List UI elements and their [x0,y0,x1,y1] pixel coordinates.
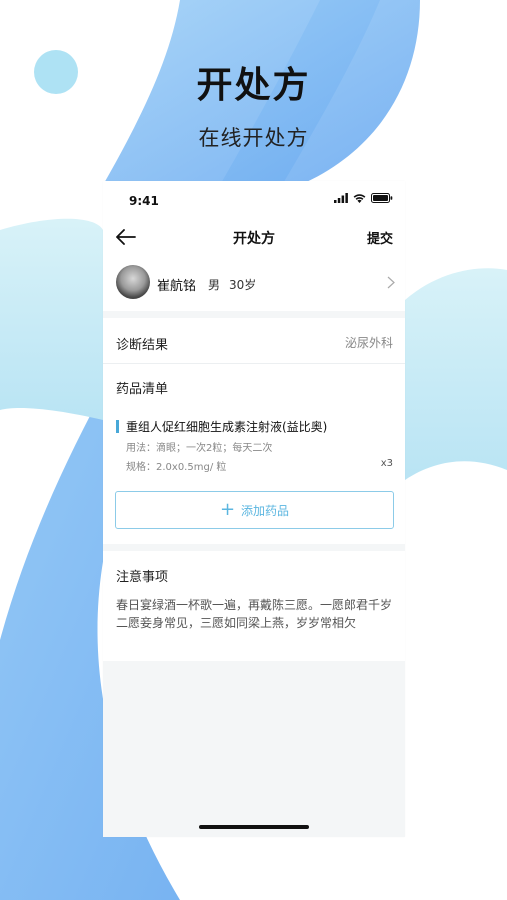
notes-text[interactable]: 春日宴绿酒一杯歌一遍，再戴陈三愿。一愿郎君千岁二愿妾身常见，三愿如同梁上燕，岁岁… [116,596,394,632]
hero-title: 开处方 [196,65,311,106]
plus-icon: + [219,499,236,520]
notes-section: 注意事项 春日宴绿酒一杯歌一遍，再戴陈三愿。一愿郎君千岁二愿妾身常见，三愿如同梁… [103,551,405,661]
battery-icon [371,193,393,203]
status-icons [334,193,393,203]
drug-name: 重组人促红细胞生成素注射液(益比奥) [126,420,328,434]
submit-button[interactable]: 提交 [367,228,393,247]
hero-subtitle: 在线开处方 [198,126,309,150]
diagnosis-row[interactable]: 诊断结果 泌尿外科 [103,318,405,364]
drug-qty: x3 [380,458,393,469]
patient-name: 崔航铭 [157,279,197,294]
wifi-icon [353,194,366,203]
chevron-right-icon [387,276,395,289]
add-drug-label: 添加药品 [241,503,290,518]
diagnosis-value: 泌尿外科 [344,336,393,350]
signal-icon [334,193,348,203]
add-drug-button[interactable]: + 添加药品 [115,491,394,529]
patient-row[interactable]: 崔航铭 男 30岁 [103,255,405,311]
drug-spec: 规格：2.0x0.5mg/ 粒 [126,462,227,473]
avatar [116,265,150,299]
drug-section: 药品清单 重组人促红细胞生成素注射液(益比奥) 用法：滴眼；一次2粒；每天二次 … [103,364,405,544]
nav-bar: 开处方 提交 [103,219,405,255]
drug-usage: 用法：滴眼；一次2粒；每天二次 [126,443,273,454]
drug-list-header: 药品清单 [116,382,169,397]
status-time: 9:41 [129,194,159,208]
patient-age: 30岁 [229,278,257,292]
status-bar: 9:41 [103,181,405,219]
home-indicator [199,825,309,829]
phone-screen: 9:41 开处方 提交 崔航铭 男 30岁 诊断结果 泌尿外科 药品清单 重组人… [103,181,405,837]
patient-gender: 男 [208,278,221,292]
notes-header: 注意事项 [116,570,169,585]
nav-title: 开处方 [233,231,275,247]
diagnosis-label: 诊断结果 [116,338,169,353]
drug-accent-bar [116,420,119,433]
